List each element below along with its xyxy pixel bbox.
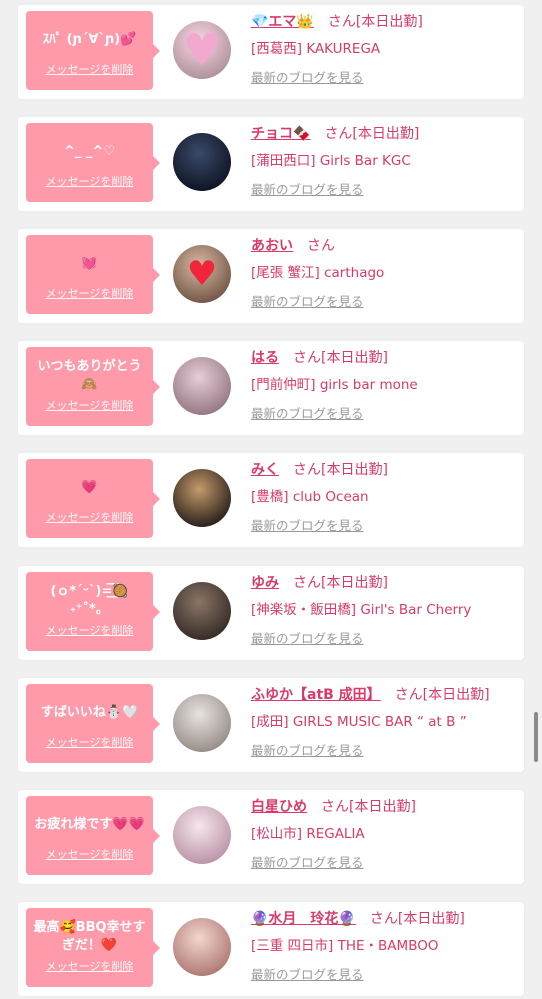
avatar[interactable]: ♥ [173, 245, 231, 303]
latest-blog-link[interactable]: 最新のブログを見る [251, 182, 364, 198]
message-card: すばいいね⛄🤍 メッセージを削除 ふゆか【atB 成田】 さん[本日出勤] [成田] G… [18, 678, 524, 772]
name-line: あおい さん [251, 237, 516, 255]
message-text: ｽﾊﾟ (ɲ´∀`ɲ)💕 [42, 32, 137, 47]
shop-name: [西葛西] KAKUREGA [251, 41, 381, 57]
message-text: (ｏ*ˊᵕˋ)=͟͟͞͞🥘 ˖⁺˚*。 [50, 584, 129, 617]
latest-blog-link[interactable]: 最新のブログを見る [251, 70, 364, 86]
girl-name-link[interactable]: あおい [251, 238, 307, 254]
delete-message-link[interactable]: メッセージを削除 [26, 846, 153, 862]
girl-name-link[interactable]: 白星ひめ [251, 799, 321, 815]
message-bubble: 💓 メッセージを削除 [26, 235, 160, 314]
name-suffix: さん[本日出勤] [369, 911, 465, 927]
shop-name: [神楽坂・飯田橋] Girl's Bar Cherry [251, 602, 472, 618]
latest-blog-link[interactable]: 最新のブログを見る [251, 855, 364, 871]
latest-blog-link[interactable]: 最新のブログを見る [251, 631, 364, 647]
shop-name: [三重 四日市] THE・BAMBOO [251, 938, 439, 954]
message-card: 💓 メッセージを削除 ♥ あおい さん [尾張 蟹江] carthago 最新のブログを見る [18, 229, 524, 323]
avatar[interactable] [173, 918, 231, 976]
name-line: ゆみ さん[本日出勤] [251, 574, 516, 592]
shop-name: [豊橋] club Ocean [251, 489, 369, 505]
name-line: 💎エマ👑 さん[本日出勤] [251, 13, 516, 31]
name-suffix: さん [307, 238, 335, 254]
latest-blog-link[interactable]: 最新のブログを見る [251, 518, 364, 534]
name-suffix: さん[本日出勤] [321, 799, 416, 815]
message-card: ^_ _^♡ メッセージを削除 チョコ🍫 さん[本日出勤] [蒲田西口] Girls B… [18, 117, 524, 211]
message-card: 最高🥰BBQ幸せすぎだ！❤️ メッセージを削除 🔮水月 玲花🔮 さん[本日出勤] [三重… [18, 902, 524, 996]
delete-message-link[interactable]: メッセージを削除 [26, 397, 153, 413]
shop-name: [蒲田西口] Girls Bar KGC [251, 153, 411, 169]
girl-name-link[interactable]: はる [251, 350, 293, 366]
delete-message-link[interactable]: メッセージを削除 [26, 622, 153, 638]
name-suffix: さん[本日出勤] [293, 462, 388, 478]
message-card: ｽﾊﾟ (ɲ´∀`ɲ)💕 メッセージを削除 ♥ 💎エマ👑 さん[本日出勤] [西葛西] K… [18, 5, 524, 99]
message-bubble: (ｏ*ˊᵕˋ)=͟͟͞͞🥘 ˖⁺˚*。メッセージを削除 [26, 572, 160, 651]
message-text: ^_ _^♡ [64, 144, 115, 159]
latest-blog-link[interactable]: 最新のブログを見る [251, 743, 364, 759]
message-bubble: ｽﾊﾟ (ɲ´∀`ɲ)💕 メッセージを削除 [26, 11, 160, 90]
girl-name-link[interactable]: 💎エマ👑 [251, 14, 328, 30]
girl-name-link[interactable]: みく [251, 462, 293, 478]
delete-message-link[interactable]: メッセージを削除 [26, 61, 153, 77]
name-line: みく さん[本日出勤] [251, 461, 516, 479]
avatar[interactable] [173, 694, 231, 752]
latest-blog-link[interactable]: 最新のブログを見る [251, 967, 364, 983]
message-card: (ｏ*ˊᵕˋ)=͟͟͞͞🥘 ˖⁺˚*。メッセージを削除 ゆみ さん[本日出勤] [神楽… [18, 566, 524, 660]
message-text: お疲れ様です💗💗 [34, 817, 145, 832]
delete-message-link[interactable]: メッセージを削除 [26, 734, 153, 750]
message-text: 💓 [81, 256, 98, 271]
shop-name: [成田] GIRLS MUSIC BAR “ at B ” [251, 714, 467, 730]
name-line: 🔮水月 玲花🔮 さん[本日出勤] [251, 910, 516, 928]
avatar[interactable] [173, 469, 231, 527]
shop-name: [尾張 蟹江] carthago [251, 265, 385, 281]
delete-message-link[interactable]: メッセージを削除 [26, 509, 153, 525]
name-line: 白星ひめ さん[本日出勤] [251, 798, 516, 816]
message-list: ｽﾊﾟ (ɲ´∀`ɲ)💕 メッセージを削除 ♥ 💎エマ👑 さん[本日出勤] [西葛西] K… [0, 0, 542, 999]
message-bubble: ^_ _^♡ メッセージを削除 [26, 123, 160, 202]
latest-blog-link[interactable]: 最新のブログを見る [251, 406, 364, 422]
girl-name-link[interactable]: ふゆか【atB 成田】 [251, 687, 395, 703]
message-text: 💗 [81, 480, 98, 495]
red-heart-icon: ♥ [186, 254, 218, 294]
delete-message-link[interactable]: メッセージを削除 [26, 173, 153, 189]
girl-name-link[interactable]: ゆみ [251, 575, 293, 591]
name-suffix: さん[本日出勤] [293, 575, 388, 591]
delete-message-link[interactable]: メッセージを削除 [26, 958, 153, 974]
message-text: すばいいね⛄🤍 [40, 705, 139, 720]
pink-heart-icon: ♥ [182, 24, 222, 76]
name-suffix: さん[本日出勤] [293, 350, 388, 366]
name-line: チョコ🍫 さん[本日出勤] [251, 125, 516, 143]
message-card: いつもありがとう🙈 メッセージを削除 はる さん[本日出勤] [門前仲町] girls … [18, 341, 524, 435]
message-text: いつもありがとう🙈 [37, 359, 142, 392]
message-card: お疲れ様です💗💗 メッセージを削除 白星ひめ さん[本日出勤] [松山市] REGALI… [18, 790, 524, 884]
shop-name: [松山市] REGALIA [251, 826, 365, 842]
name-line: ふゆか【atB 成田】 さん[本日出勤] [251, 686, 516, 704]
girl-name-link[interactable]: 🔮水月 玲花🔮 [251, 911, 370, 927]
scrollbar[interactable] [534, 712, 538, 762]
delete-message-link[interactable]: メッセージを削除 [26, 285, 153, 301]
avatar[interactable] [173, 133, 231, 191]
message-card: 💗 メッセージを削除 みく さん[本日出勤] [豊橋] club Ocean 最新のブログ… [18, 453, 524, 547]
avatar[interactable] [173, 582, 231, 640]
latest-blog-link[interactable]: 最新のブログを見る [251, 294, 364, 310]
girl-name-link[interactable]: チョコ🍫 [251, 126, 324, 142]
message-bubble: 💗 メッセージを削除 [26, 459, 160, 538]
message-bubble: お疲れ様です💗💗 メッセージを削除 [26, 796, 160, 875]
message-bubble: すばいいね⛄🤍 メッセージを削除 [26, 684, 160, 763]
avatar[interactable]: ♥ [173, 21, 231, 79]
avatar[interactable] [173, 357, 231, 415]
name-suffix: さん[本日出勤] [327, 14, 423, 30]
avatar[interactable] [173, 806, 231, 864]
name-suffix: さん[本日出勤] [324, 126, 420, 142]
message-bubble: いつもありがとう🙈 メッセージを削除 [26, 347, 160, 426]
name-suffix: さん[本日出勤] [394, 687, 490, 703]
name-line: はる さん[本日出勤] [251, 349, 516, 367]
message-bubble: 最高🥰BBQ幸せすぎだ！❤️ メッセージを削除 [26, 908, 160, 987]
shop-name: [門前仲町] girls bar mone [251, 377, 418, 393]
message-text: 最高🥰BBQ幸せすぎだ！❤️ [33, 920, 146, 953]
